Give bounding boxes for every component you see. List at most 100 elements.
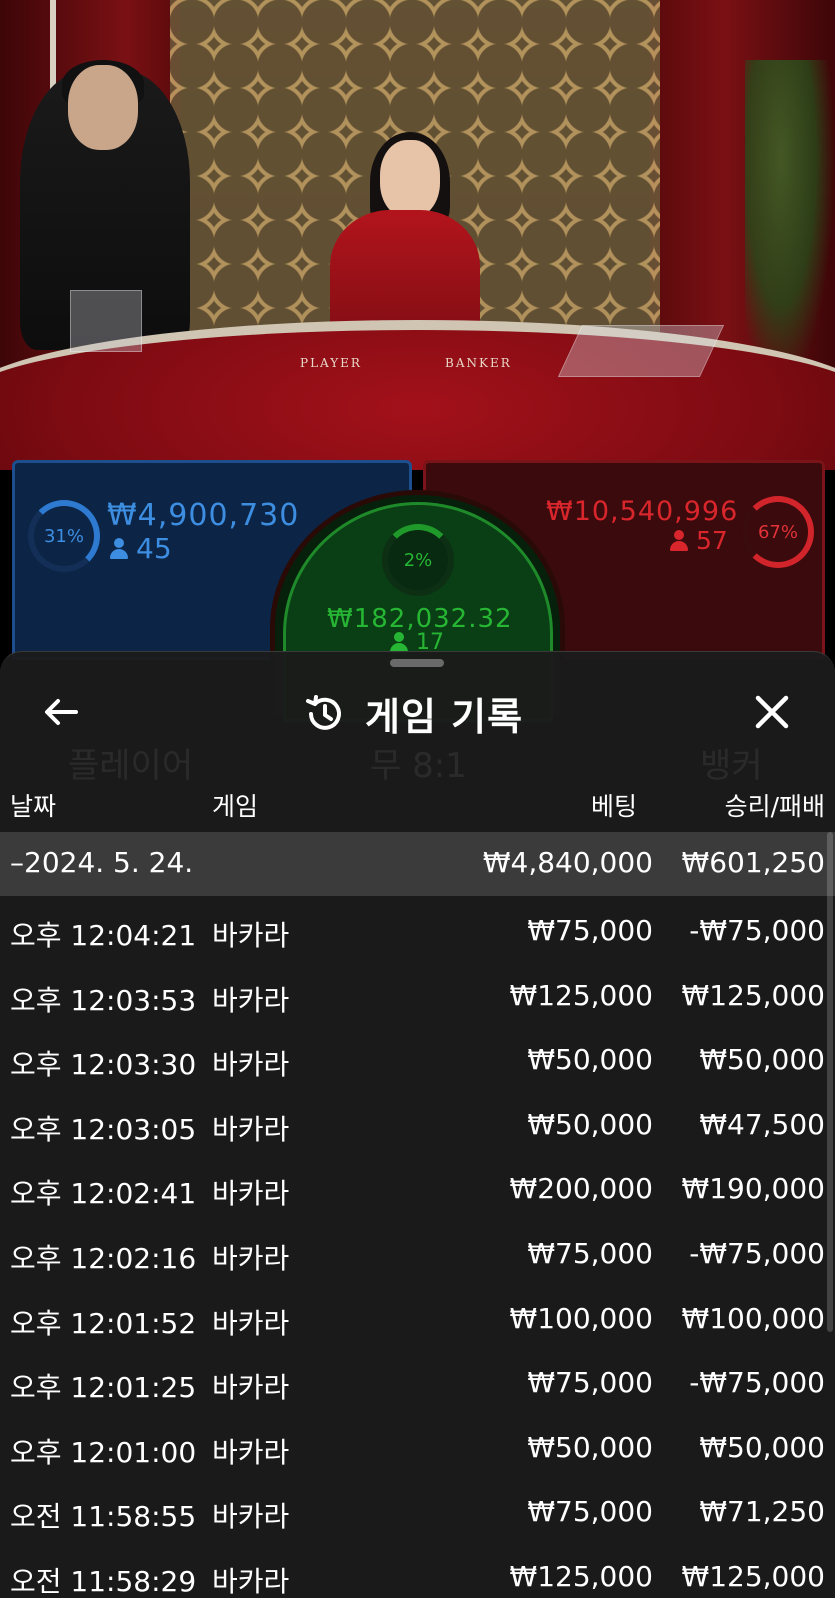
row-game: 바카라: [212, 1435, 290, 1469]
row-time: 오후 12:02:41: [10, 1177, 197, 1211]
column-bet: 베팅: [590, 792, 637, 821]
row-bet: ₩50,000: [527, 1107, 653, 1141]
row-game: 바카라: [212, 1500, 290, 1534]
user-icon: [670, 529, 688, 552]
row-bet: ₩100,000: [509, 1301, 653, 1335]
tie-percent-ring: 2%: [382, 524, 454, 596]
row-bet: ₩75,000: [527, 1366, 653, 1400]
table-label-player: PLAYER: [300, 356, 362, 370]
banker-bettor-count: 57: [670, 526, 728, 555]
card-shoe: [557, 325, 725, 377]
table-row[interactable]: 오전 11:58:29 바카라 ₩125,000 ₩125,000: [0, 1544, 835, 1598]
row-time: 오후 12:03:05: [10, 1112, 197, 1146]
table-header: 날짜 게임 베팅 승리/패배: [0, 787, 835, 827]
row-game: 바카라: [212, 1371, 290, 1405]
row-game: 바카라: [212, 1177, 290, 1211]
player-bet-amount: ₩4,900,730: [107, 498, 300, 533]
banker-bet-amount: ₩10,540,996: [546, 496, 739, 527]
back-button[interactable]: [40, 692, 84, 732]
row-result: ₩50,000: [699, 1430, 825, 1464]
row-game: 바카라: [212, 1564, 290, 1598]
dealer-male-head: [68, 65, 138, 150]
row-game: 바카라: [212, 983, 290, 1017]
sheet-title: 게임 기록: [365, 695, 524, 739]
row-time: 오후 12:02:16: [10, 1241, 197, 1275]
row-result: ₩125,000: [681, 1559, 825, 1593]
table-row[interactable]: 오후 12:01:52 바카라 ₩100,000 ₩100,000: [0, 1286, 835, 1351]
banker-percent-ring: 67%: [742, 496, 814, 568]
row-result: ₩47,500: [699, 1107, 825, 1141]
row-result: ₩125,000: [681, 978, 825, 1012]
user-icon: [110, 537, 128, 560]
summary-date: –2024. 5. 24.: [10, 846, 194, 879]
row-result: -₩75,000: [689, 1236, 825, 1270]
history-list[interactable]: 오후 12:04:21 바카라 ₩75,000 -₩75,000 오후 12:03:53…: [0, 898, 835, 1598]
row-time: 오전 11:58:29: [10, 1564, 197, 1598]
summary-result: ₩601,250: [681, 846, 825, 879]
row-game: 바카라: [212, 1048, 290, 1082]
table-row[interactable]: 오후 12:02:16 바카라 ₩75,000 -₩75,000: [0, 1221, 835, 1286]
plant-decoration: [745, 60, 835, 390]
row-result: ₩50,000: [699, 1043, 825, 1077]
player-percent: 31%: [43, 525, 84, 547]
arrow-left-icon: [45, 699, 78, 725]
banker-percent: 67%: [757, 521, 798, 543]
summary-bet: ₩4,840,000: [482, 846, 653, 879]
row-time: 오후 12:01:25: [10, 1371, 197, 1405]
row-time: 오후 12:03:53: [10, 983, 197, 1017]
game-history-sheet: 플레이어 무 8:1 뱅커 게임 기록 날짜 게임 베팅 승리/패배 –2024…: [0, 651, 835, 1598]
tie-percent: 2%: [403, 549, 433, 571]
row-bet: ₩75,000: [527, 1236, 653, 1270]
row-time: 오전 11:58:55: [10, 1500, 197, 1534]
row-game: 바카라: [212, 1112, 290, 1146]
row-result: ₩190,000: [681, 1172, 825, 1206]
table-row[interactable]: 오후 12:01:25 바카라 ₩75,000 -₩75,000: [0, 1350, 835, 1415]
column-game: 게임: [212, 792, 259, 821]
sheet-title-group: 게임 기록: [303, 686, 523, 741]
card-discard-box: [70, 290, 142, 352]
row-bet: ₩75,000: [527, 914, 653, 947]
row-time: 오후 12:01:52: [10, 1306, 197, 1340]
dealer-female-head: [380, 140, 440, 218]
player-count-value: 45: [136, 532, 172, 565]
row-bet: ₩50,000: [527, 1430, 653, 1464]
row-game: 바카라: [212, 919, 290, 952]
table-row[interactable]: 오후 12:03:05 바카라 ₩50,000 ₩47,500: [0, 1092, 835, 1157]
history-clock-icon: [306, 694, 341, 730]
row-result: ₩71,250: [699, 1495, 825, 1529]
column-result: 승리/패배: [724, 792, 825, 821]
row-bet: ₩125,000: [509, 978, 653, 1012]
sheet-drag-handle[interactable]: [390, 659, 444, 667]
table-row[interactable]: 오후 12:03:53 바카라 ₩125,000 ₩125,000: [0, 963, 835, 1028]
table-row[interactable]: 오후 12:03:30 바카라 ₩50,000 ₩50,000: [0, 1027, 835, 1092]
row-bet: ₩75,000: [527, 1495, 653, 1529]
table-row[interactable]: 오후 12:04:21 바카라 ₩75,000 -₩75,000: [0, 898, 835, 963]
row-game: 바카라: [212, 1241, 290, 1275]
table-row[interactable]: 오후 12:01:00 바카라 ₩50,000 ₩50,000: [0, 1415, 835, 1480]
player-bettor-count: 45: [110, 532, 172, 565]
board-label-banker: 뱅커: [700, 746, 763, 786]
row-result: ₩100,000: [681, 1301, 825, 1335]
row-game: 바카라: [212, 1306, 290, 1340]
table-label-banker: BANKER: [445, 356, 512, 370]
date-summary-row[interactable]: –2024. 5. 24. ₩4,840,000 ₩601,250: [0, 832, 835, 896]
board-label-player: 플레이어: [68, 746, 194, 786]
sheet-header: 게임 기록: [0, 682, 835, 742]
board-label-tie: 무 8:1: [370, 746, 467, 786]
live-video-feed: PLAYER BANKER: [0, 0, 835, 470]
row-time: 오후 12:04:21: [10, 919, 197, 952]
column-date: 날짜: [10, 792, 57, 821]
scrollbar[interactable]: [827, 832, 833, 1332]
row-time: 오후 12:01:00: [10, 1435, 197, 1469]
table-row[interactable]: 오전 11:58:55 바카라 ₩75,000 ₩71,250: [0, 1479, 835, 1544]
table-row[interactable]: 오후 12:02:41 바카라 ₩200,000 ₩190,000: [0, 1156, 835, 1221]
close-icon: [755, 695, 789, 729]
row-bet: ₩50,000: [527, 1043, 653, 1077]
close-button[interactable]: [750, 690, 794, 734]
row-time: 오후 12:03:30: [10, 1048, 197, 1082]
player-percent-ring: 31%: [28, 500, 100, 572]
row-result: -₩75,000: [689, 914, 825, 947]
banker-count-value: 57: [696, 526, 728, 555]
row-bet: ₩125,000: [509, 1559, 653, 1593]
row-bet: ₩200,000: [509, 1172, 653, 1206]
